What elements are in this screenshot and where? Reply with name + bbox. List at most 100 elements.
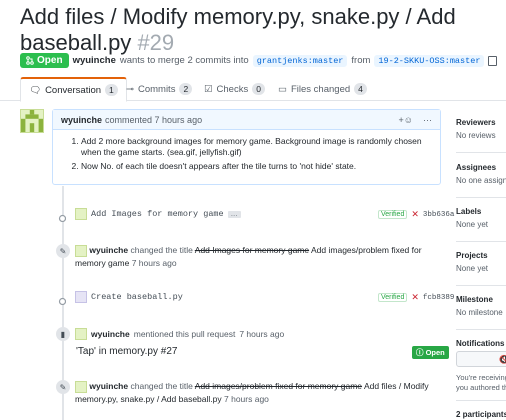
event-time[interactable]: 7 hours ago [239, 329, 284, 339]
avatar[interactable] [20, 109, 44, 133]
rename-event: wyuinche changed the title Add images/pr… [75, 380, 445, 405]
sidebar-heading[interactable]: Assignees [456, 163, 506, 172]
commit-status: Verified ✕ 3bb636a [378, 209, 454, 220]
tab-files-changed[interactable]: ▭ Files changed 4 [270, 77, 375, 101]
tab-counter: 2 [179, 83, 193, 95]
divider [456, 329, 506, 330]
event-author[interactable]: wyuinche [89, 381, 128, 391]
verified-badge[interactable]: Verified [378, 210, 408, 219]
rename-event: wyuinche changed the title Add Images fo… [75, 244, 445, 269]
failed-x-icon[interactable]: ✕ [411, 209, 419, 220]
event-author[interactable]: wyuinche [89, 245, 128, 255]
mute-icon: 🔇 [499, 354, 506, 364]
conversation-icon: 🗨 [29, 84, 42, 96]
notifications-text: You're receiving [456, 373, 506, 382]
commit-message[interactable]: Add Images for memory game [91, 209, 224, 219]
old-title: Add Images for memory game [194, 245, 310, 255]
sidebar-heading[interactable]: Labels [456, 207, 506, 216]
commit-sha[interactable]: fcb8389 [423, 294, 455, 302]
head-branch[interactable]: 19-2-SKKU-OSS:master [374, 54, 485, 67]
sidebar-heading[interactable]: Projects [456, 251, 506, 260]
comment-author[interactable]: wyuinche [61, 115, 102, 125]
tab-counter: 4 [354, 83, 367, 95]
state-label: Open [37, 55, 63, 66]
kebab-menu-icon[interactable]: ··· [423, 115, 432, 125]
sidebar-notifications: Notifications [456, 339, 506, 348]
sidebar-assignees: Assignees No one assigned [456, 163, 506, 185]
sidebar-heading[interactable]: Reviewers [456, 118, 506, 127]
sidebar-milestone: Milestone No milestone [456, 295, 506, 317]
event-author[interactable]: wyuinche [91, 329, 130, 339]
commit-message[interactable]: Create baseball.py [91, 292, 183, 302]
old-title: Add images/problem fixed for memory game [194, 381, 363, 391]
pr-title-text: Add files / Modify memory.py, snake.py /… [20, 4, 456, 55]
tab-counter: 1 [105, 84, 118, 96]
tab-commits[interactable]: ⊸ Commits 2 [118, 77, 200, 101]
tab-counter: 0 [252, 83, 265, 95]
comment-box: wyuinche commented 7 hours ago +☺ ··· Ad… [52, 109, 441, 185]
divider [456, 285, 506, 286]
base-branch[interactable]: grantjenks:master [252, 54, 348, 67]
state-badge: Open [20, 53, 69, 68]
tab-checks[interactable]: ☑ Checks 0 [196, 77, 273, 101]
pencil-icon: ✎ [56, 380, 70, 394]
avatar [75, 328, 87, 340]
commit-dot-icon [58, 209, 67, 227]
add-reaction-icon[interactable]: +☺ [399, 115, 413, 125]
sidebar-heading: Notifications [456, 339, 505, 348]
tab-label: Commits [137, 83, 176, 95]
tab-label: Files changed [290, 83, 351, 95]
sidebar-heading[interactable]: Milestone [456, 295, 506, 304]
sidebar-projects: Projects None yet [456, 251, 506, 273]
notifications-text: you authored the [456, 383, 506, 392]
event-time[interactable]: 7 hours ago [224, 394, 269, 404]
pencil-icon: ✎ [56, 244, 70, 258]
avatar [75, 380, 87, 393]
comment-item: Add 2 more background images for memory … [81, 136, 430, 158]
expand-button[interactable]: … [227, 210, 241, 218]
from-text: from [351, 55, 371, 66]
file-diff-icon: ▭ [278, 83, 287, 95]
mention-event: wyuinche mentioned this pull request 7 h… [75, 328, 284, 340]
pr-author[interactable]: wyuinche [73, 55, 116, 66]
verified-badge[interactable]: Verified [378, 293, 408, 302]
pr-meta: Open wyuinche wants to merge 2 commits i… [20, 53, 498, 68]
divider [456, 400, 506, 401]
meta-text: wants to merge 2 commits into [119, 55, 249, 66]
sidebar-value: No one assigned [456, 176, 506, 185]
divider [456, 152, 506, 153]
comment-action[interactable]: commented 7 hours ago [105, 115, 202, 125]
unsubscribe-button[interactable]: 🔇 [456, 351, 506, 367]
issue-state-badge: ⓘ Open [412, 346, 449, 359]
event-action: changed the title [130, 245, 193, 255]
checks-icon: ☑ [204, 83, 213, 95]
commit-row: Add Images for memory game … [75, 208, 241, 220]
commit-status: Verified ✕ fcb8389 [378, 292, 454, 303]
commit-icon: ⊸ [126, 83, 134, 95]
copy-icon[interactable] [488, 55, 498, 66]
referenced-issue-link[interactable]: 'Tap' in memory.py #27 [76, 346, 177, 357]
sidebar-reviewers: Reviewers No reviews [456, 118, 506, 140]
identicon-icon [21, 110, 43, 132]
commit-dot-icon [58, 292, 67, 310]
divider [456, 197, 506, 198]
pull-request-icon [26, 56, 34, 65]
commit-sha[interactable]: 3bb636a [423, 211, 455, 219]
participants-heading: 2 participants [456, 410, 506, 419]
commit-row: Create baseball.py [75, 291, 183, 303]
sidebar-value: No reviews [456, 131, 496, 140]
sidebar-labels: Labels None yet [456, 207, 506, 229]
tab-conversation[interactable]: 🗨 Conversation 1 [20, 77, 127, 102]
divider [456, 241, 506, 242]
comment-item: Now No. of each tile doesn't appears aft… [81, 161, 430, 172]
event-action: changed the title [130, 381, 193, 391]
event-time[interactable]: 7 hours ago [132, 258, 177, 268]
pr-title: Add files / Modify memory.py, snake.py /… [20, 4, 506, 56]
comment-body: Add 2 more background images for memory … [53, 130, 440, 172]
issue-state-label: Open [425, 348, 445, 357]
failed-x-icon[interactable]: ✕ [411, 292, 419, 303]
tab-label: Checks [216, 83, 249, 95]
sidebar-value: None yet [456, 220, 489, 229]
pr-number: #29 [137, 30, 175, 55]
event-action: mentioned this pull request [133, 329, 236, 339]
